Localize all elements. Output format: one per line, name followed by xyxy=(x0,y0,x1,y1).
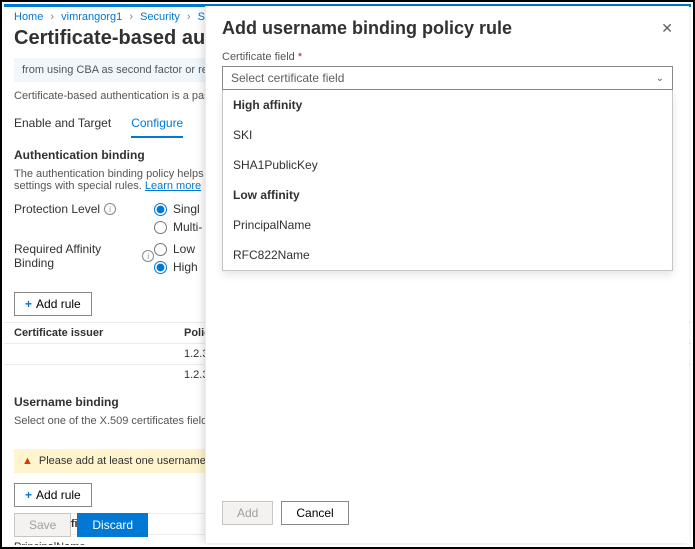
info-icon[interactable]: i xyxy=(142,250,154,262)
plus-icon: + xyxy=(25,297,32,311)
save-button: Save xyxy=(14,513,71,537)
protection-multi-radio[interactable]: Multi- xyxy=(154,220,202,234)
cert-field-select[interactable]: Select certificate field ⌄ xyxy=(222,66,673,90)
panel-add-button: Add xyxy=(222,501,273,525)
tab-configure[interactable]: Configure xyxy=(131,110,183,138)
cert-field-label: Certificate field * xyxy=(222,51,673,63)
chevron-right-icon: › xyxy=(187,11,191,23)
chevron-down-icon: ⌄ xyxy=(656,73,664,84)
add-rule-panel: Add username binding policy rule ✕ Certi… xyxy=(205,6,689,543)
panel-cancel-button[interactable]: Cancel xyxy=(281,501,348,525)
chevron-right-icon: › xyxy=(50,11,54,23)
dropdown-item-principalname[interactable]: PrincipalName xyxy=(223,210,672,240)
info-icon[interactable]: i xyxy=(104,203,116,215)
breadcrumb-security1[interactable]: Security xyxy=(140,11,180,23)
breadcrumb-org[interactable]: vimrangorg1 xyxy=(61,11,122,23)
dropdown-item-ski[interactable]: SKI xyxy=(223,120,672,150)
username-add-rule-button[interactable]: + Add rule xyxy=(14,483,92,507)
dropdown-group-low: Low affinity xyxy=(223,180,672,210)
table-col-issuer: Certificate issuer xyxy=(14,327,184,339)
footer-actions: Save Discard xyxy=(14,513,148,537)
discard-button[interactable]: Discard xyxy=(77,513,148,537)
auth-add-rule-button[interactable]: + Add rule xyxy=(14,292,92,316)
affinity-low-radio[interactable]: Low xyxy=(154,242,198,256)
breadcrumb-home[interactable]: Home xyxy=(14,11,43,23)
dropdown-item-sha1[interactable]: SHA1PublicKey xyxy=(223,150,672,180)
tab-enable-target[interactable]: Enable and Target xyxy=(14,110,111,138)
close-icon[interactable]: ✕ xyxy=(661,20,673,37)
panel-title: Add username binding policy rule xyxy=(222,18,512,39)
protection-single-radio[interactable]: Singl xyxy=(154,202,202,216)
plus-icon: + xyxy=(25,488,32,502)
dropdown-group-high: High affinity xyxy=(223,90,672,120)
learn-more-link[interactable]: Learn more xyxy=(145,180,201,192)
protection-level-label: Protection Level i xyxy=(14,202,154,216)
affinity-binding-label: Required Affinity Binding i xyxy=(14,242,154,270)
cert-field-dropdown: High affinity SKI SHA1PublicKey Low affi… xyxy=(222,90,673,271)
affinity-high-radio[interactable]: High xyxy=(154,260,198,274)
dropdown-item-rfc822[interactable]: RFC822Name xyxy=(223,240,672,270)
warning-icon: ▲ xyxy=(22,455,33,467)
chevron-right-icon: › xyxy=(129,11,133,23)
